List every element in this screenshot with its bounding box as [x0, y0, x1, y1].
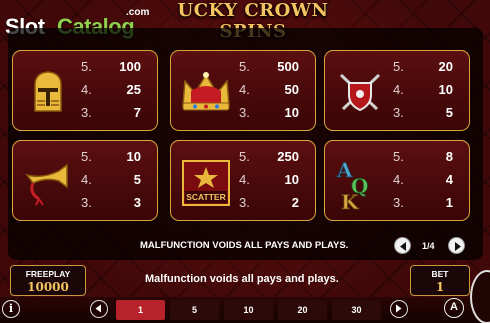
pay-row: 3. 5	[393, 105, 453, 120]
paytable-card-horn: 5. 10 4. 5 3. 3	[12, 140, 158, 221]
horn-icon	[19, 153, 77, 211]
letters-aqk-icon: A Q K	[331, 153, 389, 215]
pay-row: 5. 500	[239, 59, 299, 74]
scatter-icon: SCATTER	[177, 153, 235, 211]
bet-option-20[interactable]: 20	[278, 300, 327, 320]
malfunction-notice-bottom: Malfunction voids all pays and plays.	[145, 273, 339, 285]
triangle-right-icon	[455, 242, 461, 251]
pay-row: 4. 4	[393, 172, 453, 187]
paytable-pager: 1/4	[394, 237, 468, 257]
paytable-panel: 5. 100 4. 25 3. 7 5. 500 4. 50 3. 10 5. …	[8, 28, 483, 260]
pay-row: 5. 100	[81, 59, 141, 74]
pay-row: 5. 10	[81, 149, 141, 164]
pay-row: 4. 25	[81, 82, 141, 97]
freeplay-label: FREEPLAY	[25, 269, 71, 279]
paytable-card-shield: 5. 20 4. 10 3. 5	[324, 50, 470, 131]
triangle-left-icon	[95, 304, 101, 313]
paytable-card-letters: A Q K 5. 8 4. 4 3. 1	[324, 140, 470, 221]
bet-decrease-button[interactable]	[90, 300, 108, 318]
pay-row: 5. 250	[239, 149, 299, 164]
letter-k: K	[341, 190, 359, 211]
bet-option-1[interactable]: 1	[116, 300, 165, 320]
pay-row: 3. 2	[239, 195, 299, 210]
paytable-card-helmet: 5. 100 4. 25 3. 7	[12, 50, 158, 131]
logo-com: .com	[126, 7, 150, 18]
bet-option-10[interactable]: 10	[224, 300, 273, 320]
pay-row: 4. 10	[393, 82, 453, 97]
next-page-button[interactable]	[448, 237, 465, 254]
info-button[interactable]: i	[2, 300, 20, 318]
knight-helmet-icon	[19, 63, 77, 121]
scatter-label: SCATTER	[186, 192, 226, 202]
triangle-left-icon	[400, 242, 406, 251]
bet-option-5[interactable]: 5	[170, 300, 219, 320]
bet-label: BET	[431, 269, 449, 279]
triangle-right-icon	[396, 304, 402, 313]
pay-row: 4. 50	[239, 82, 299, 97]
prev-page-button[interactable]	[394, 237, 411, 254]
crown-icon	[177, 63, 235, 121]
pay-row: 4. 5	[81, 172, 141, 187]
malfunction-notice-top: MALFUNCTION VOIDS ALL PAYS AND PLAYS.	[140, 240, 349, 251]
paytable-card-crown: 5. 500 4. 50 3. 10	[170, 50, 316, 131]
freeplay-value: 10000	[27, 280, 69, 294]
autoplay-button[interactable]: A	[444, 298, 464, 318]
freeplay-display: FREEPLAY 10000	[10, 265, 86, 296]
pay-row: 3. 7	[81, 105, 141, 120]
bet-display: BET 1	[410, 265, 470, 296]
paytable-card-scatter: SCATTER 5. 250 4. 10 3. 2	[170, 140, 316, 221]
game-title: UCKY CROWN SPINS	[177, 0, 329, 42]
page-indicator: 1/4	[422, 241, 435, 251]
bet-value: 1	[435, 280, 445, 294]
pay-row: 3. 3	[81, 195, 141, 210]
pay-row: 5. 8	[393, 149, 453, 164]
pay-row: 5. 20	[393, 59, 453, 74]
pay-row: 3. 10	[239, 105, 299, 120]
shield-swords-icon	[331, 63, 389, 121]
bet-increase-button[interactable]	[390, 300, 408, 318]
bet-option-30[interactable]: 30	[332, 300, 381, 320]
pay-row: 4. 10	[239, 172, 299, 187]
pay-row: 3. 1	[393, 195, 453, 210]
